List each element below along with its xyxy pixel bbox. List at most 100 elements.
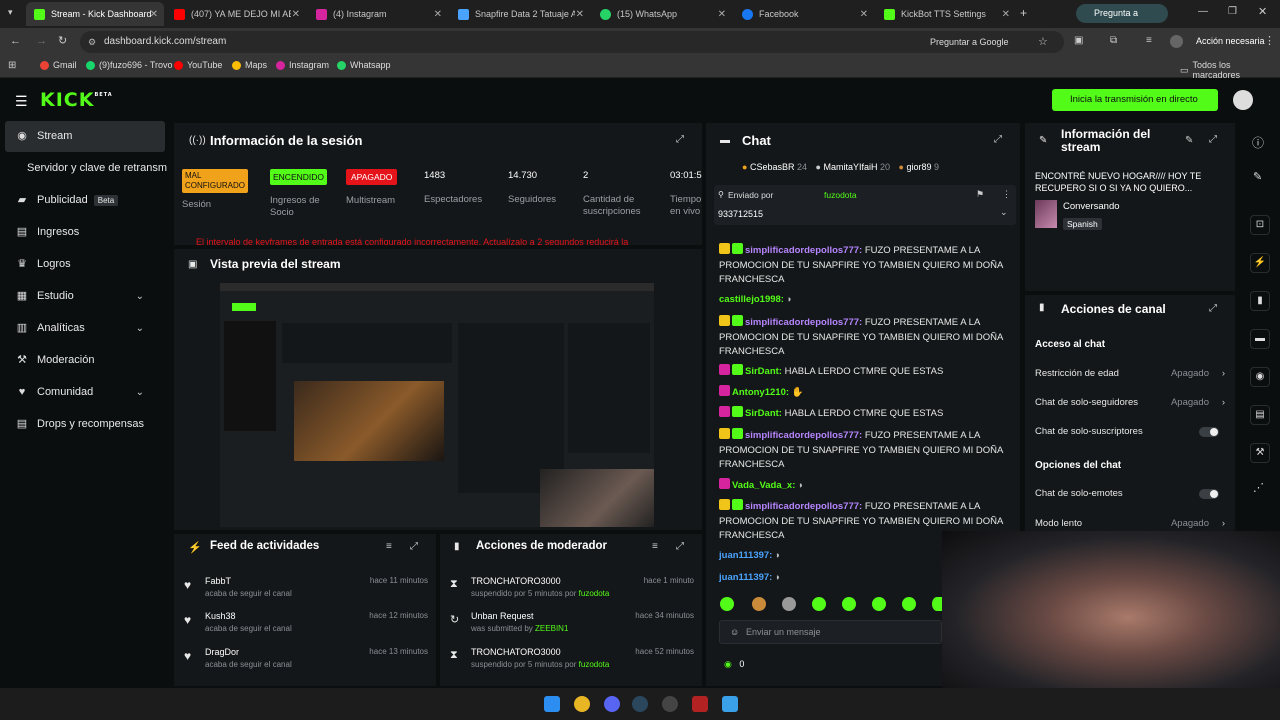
discord-icon[interactable] bbox=[604, 696, 620, 712]
lightning-icon[interactable]: ⚡ bbox=[1250, 253, 1270, 273]
unpin-icon[interactable]: ⚑ bbox=[976, 189, 984, 200]
category-thumbnail[interactable] bbox=[1035, 200, 1057, 228]
app-icon[interactable] bbox=[692, 696, 708, 712]
mod-by[interactable]: fuzodota bbox=[579, 660, 610, 669]
bookmark-youtube[interactable]: YouTube bbox=[174, 60, 222, 70]
apps-grid-icon[interactable]: ⊞ bbox=[8, 60, 16, 71]
sidebar-item-ingresos[interactable]: ▤ Ingresos bbox=[16, 219, 79, 245]
sidebar-item-server-key[interactable]: Servidor y clave de retransm bbox=[27, 155, 167, 181]
mod-by[interactable]: ZEEBIN1 bbox=[535, 624, 568, 633]
followers-only-row[interactable]: Chat de solo-seguidores Apagado › bbox=[1035, 397, 1225, 408]
feed-name[interactable]: DragDor bbox=[205, 647, 239, 657]
sidebar-item-publicidad[interactable]: ▰ Publicidad Beta bbox=[16, 187, 119, 213]
extensions-icon[interactable]: ▣ bbox=[1074, 35, 1083, 46]
gifter-name[interactable]: gior89 bbox=[907, 162, 932, 172]
broadcast-icon[interactable]: ◉ bbox=[1250, 367, 1270, 387]
chat-username[interactable]: castillejo1998: bbox=[719, 294, 784, 305]
bookmark-maps[interactable]: Maps bbox=[232, 60, 267, 70]
mod-target[interactable]: TRONCHATORO3000 bbox=[471, 576, 561, 586]
chat-username[interactable]: simplificadordepollos777: bbox=[745, 430, 862, 441]
tab-kickbot[interactable]: KickBot TTS Settings ✕ bbox=[876, 2, 1016, 26]
filter-icon[interactable]: ≡ bbox=[386, 541, 392, 552]
chat-username[interactable]: Vada_Vada_x: bbox=[732, 480, 795, 491]
emote-icon[interactable] bbox=[842, 597, 856, 611]
chat-username[interactable]: juan111397: bbox=[719, 572, 772, 583]
forward-icon[interactable]: → bbox=[36, 35, 47, 47]
stream-preview-video[interactable] bbox=[220, 283, 654, 527]
filter-icon[interactable]: ≡ bbox=[652, 541, 658, 552]
steam-icon[interactable] bbox=[632, 696, 648, 712]
chrome-icon[interactable] bbox=[574, 696, 590, 712]
close-tab-icon[interactable]: ✕ bbox=[860, 9, 868, 20]
wrench-icon[interactable]: ⚒ bbox=[1250, 443, 1270, 463]
emoji-icon[interactable]: ☺ bbox=[730, 621, 739, 643]
popout-icon[interactable]: ⤢ bbox=[410, 541, 418, 552]
sidebar-item-comunidad[interactable]: ♥ Comunidad ⌄ bbox=[16, 379, 156, 405]
chat-username[interactable]: simplificadordepollos777: bbox=[745, 245, 862, 256]
tab-whatsapp[interactable]: (15) WhatsApp ✕ bbox=[592, 2, 732, 26]
chat-username[interactable]: SirDant: bbox=[745, 366, 782, 377]
bookmark-gmail[interactable]: Gmail bbox=[40, 60, 77, 70]
pinned-menu-icon[interactable]: ⋮ bbox=[1002, 189, 1011, 200]
close-tab-icon[interactable]: ✕ bbox=[434, 9, 442, 20]
ask-google-button[interactable]: Preguntar a Google bbox=[930, 31, 1009, 53]
close-tab-icon[interactable]: ✕ bbox=[1002, 9, 1010, 20]
action-needed-button[interactable]: Acción necesaria bbox=[1196, 36, 1265, 46]
close-tab-icon[interactable]: ✕ bbox=[292, 9, 300, 20]
windows-start-icon[interactable] bbox=[544, 696, 560, 712]
mod-by[interactable]: fuzodota bbox=[579, 589, 610, 598]
popout-icon[interactable]: ⤢ bbox=[1209, 303, 1217, 314]
close-tab-icon[interactable]: ✕ bbox=[150, 9, 158, 20]
chat-username[interactable]: simplificadordepollos777: bbox=[745, 317, 862, 328]
popout-icon[interactable]: ⤢ bbox=[994, 134, 1002, 145]
emote-only-toggle[interactable] bbox=[1199, 489, 1219, 499]
obs-icon[interactable] bbox=[662, 696, 678, 712]
emote-icon[interactable] bbox=[932, 597, 942, 611]
back-icon[interactable]: ← bbox=[10, 35, 21, 47]
share-icon[interactable]: ⋰ bbox=[1253, 481, 1264, 494]
site-info-icon[interactable]: ⚙ bbox=[88, 31, 96, 53]
chat-input[interactable]: ☺ Enviar un mensaje bbox=[719, 620, 942, 644]
close-tab-icon[interactable]: ✕ bbox=[718, 9, 726, 20]
edit-icon[interactable]: ✎ bbox=[1185, 135, 1193, 146]
kick-logo[interactable]: KICKBETA bbox=[40, 89, 113, 111]
tab-snapfire[interactable]: Snapfire Data 2 Tatuaje A... ✕ bbox=[450, 2, 590, 26]
sidebar-item-drops[interactable]: ▤ Drops y recompensas bbox=[16, 411, 144, 437]
pinned-author[interactable]: fuzodota bbox=[824, 190, 857, 200]
slow-mode-row[interactable]: Modo lento Apagado › bbox=[1035, 518, 1225, 530]
notepad-icon[interactable] bbox=[722, 696, 738, 712]
bookmark-whatsapp[interactable]: Whatsapp bbox=[337, 60, 391, 70]
chat-bubble-icon[interactable]: ▬ bbox=[1250, 329, 1270, 349]
emote-icon[interactable] bbox=[720, 597, 734, 611]
emote-icon[interactable] bbox=[752, 597, 766, 611]
collapse-icon[interactable]: ⌄ bbox=[1000, 207, 1008, 218]
emote-icon[interactable] bbox=[782, 597, 796, 611]
chat-username[interactable]: Antony1210: bbox=[732, 387, 789, 398]
tab-instagram[interactable]: (4) Instagram ✕ bbox=[308, 2, 448, 26]
new-tab-icon[interactable]: + bbox=[1020, 6, 1027, 20]
chat-username[interactable]: juan111397: bbox=[719, 550, 772, 561]
reload-icon[interactable]: ↻ bbox=[58, 34, 67, 47]
mod-target[interactable]: TRONCHATORO3000 bbox=[471, 647, 561, 657]
popout-icon[interactable]: ⤢ bbox=[1209, 134, 1217, 145]
feed-name[interactable]: Kush38 bbox=[205, 611, 236, 621]
close-tab-icon[interactable]: ✕ bbox=[576, 9, 584, 20]
bookmark-star-icon[interactable]: ☆ bbox=[1038, 31, 1048, 53]
menu-dots-icon[interactable]: ⋮ bbox=[1264, 34, 1275, 47]
minimize-icon[interactable]: — bbox=[1198, 6, 1208, 17]
popout-icon[interactable]: ⤢ bbox=[676, 541, 684, 552]
bookmark-instagram[interactable]: Instagram bbox=[276, 60, 329, 70]
all-bookmarks[interactable]: ▭ Todos los marcadores bbox=[1180, 60, 1280, 80]
go-live-button[interactable]: Inicia la transmisión en directo bbox=[1052, 89, 1218, 111]
gifter-name[interactable]: CSebasBR bbox=[750, 162, 795, 172]
sidebar-item-analiticas[interactable]: ▥ Analíticas ⌄ bbox=[16, 315, 156, 341]
cast-icon[interactable]: ⧉ bbox=[1110, 35, 1117, 46]
expand-icon[interactable]: ⊡ bbox=[1250, 215, 1270, 235]
tab-list-icon[interactable]: ▾ bbox=[8, 7, 13, 18]
tab-youtube[interactable]: (407) YA ME DEJO MI ABU... ✕ bbox=[166, 2, 306, 26]
chat-username[interactable]: SirDant: bbox=[745, 408, 782, 419]
feed-name[interactable]: FabbT bbox=[205, 576, 231, 586]
sidebar-item-logros[interactable]: ♛ Logros bbox=[16, 251, 71, 277]
channel-points[interactable]: ◉ 0 bbox=[724, 659, 744, 670]
hamburger-menu-icon[interactable]: ☰ bbox=[15, 93, 28, 110]
